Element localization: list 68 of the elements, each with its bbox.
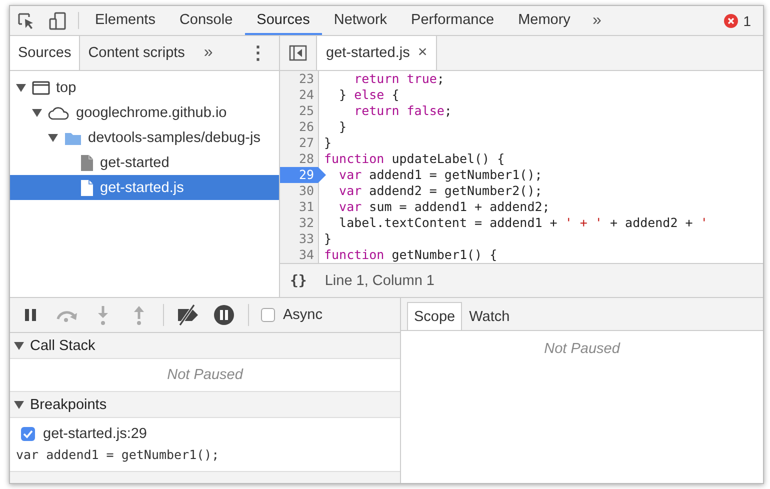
code-line: var addend2 = getNumber2();: [338, 183, 544, 199]
tree-item[interactable]: get-started: [10, 150, 279, 175]
section-title: Call Stack: [30, 338, 96, 354]
more-tabs-button[interactable]: »: [582, 6, 612, 35]
code-line: }: [324, 231, 333, 247]
panel-tab[interactable]: Elements: [83, 6, 168, 35]
checkbox[interactable]: [21, 427, 35, 441]
expand-arrow-icon[interactable]: [32, 108, 42, 118]
line-number: 23: [298, 71, 315, 87]
file-icon: [80, 178, 94, 196]
code-line: } else {: [338, 87, 400, 103]
line-number: 33: [298, 231, 315, 247]
window-icon: [32, 80, 50, 96]
code-line: }: [338, 119, 348, 135]
panel-tab[interactable]: Network: [322, 6, 400, 35]
line-number: 28: [298, 151, 315, 167]
expand-arrow-icon[interactable]: [16, 82, 26, 92]
tree-item[interactable]: get-started.js: [10, 175, 279, 200]
menu-button[interactable]: ⋮: [237, 36, 279, 70]
code-line: var addend1 = getNumber1();: [338, 167, 544, 183]
code-line: return false;: [353, 103, 453, 119]
code-line: label.textContent = addend1 + ' + ' + addend2 + ': [338, 215, 708, 231]
panel-tab[interactable]: Memory: [506, 6, 582, 35]
navigator-tab[interactable]: Content scripts: [80, 36, 194, 70]
line-number: 25: [298, 103, 315, 119]
more-tabs-button[interactable]: »: [194, 36, 223, 70]
code-line: }: [324, 135, 333, 151]
tree-item[interactable]: devtools-samples/debug-js: [10, 125, 279, 150]
inspect-icon[interactable]: [17, 12, 35, 30]
code-line: return true;: [353, 71, 446, 87]
line-number: 24: [298, 87, 315, 103]
error-count[interactable]: 1: [743, 12, 751, 28]
line-number: 30: [298, 183, 315, 199]
format-button[interactable]: {}: [290, 272, 307, 288]
file-icon: [80, 154, 94, 172]
close-button[interactable]: ×: [418, 44, 428, 62]
code-line: function getNumber1() {: [324, 247, 498, 263]
breakpoint-code: var addend1 = getNumber1();: [15, 446, 220, 464]
navigator-tab[interactable]: Sources: [10, 36, 80, 70]
breakpoint-off-icon[interactable]: [176, 303, 200, 327]
sidebar-tab[interactable]: Scope: [407, 302, 462, 330]
section-title: Breakpoints: [30, 396, 107, 412]
line-number: 31: [298, 199, 315, 215]
expand-arrow-icon[interactable]: [14, 400, 24, 410]
line-number: 26: [298, 119, 315, 135]
tree-item[interactable]: googlechrome.github.io: [10, 100, 279, 125]
expand-arrow-icon[interactable]: [48, 132, 58, 142]
cursor-position: Line 1, Column 1: [324, 272, 434, 288]
line-number: 27: [298, 135, 315, 151]
async-checkbox[interactable]: Async: [261, 307, 322, 323]
tree-item[interactable]: top: [10, 75, 279, 100]
device-icon[interactable]: [49, 12, 67, 30]
empty-message: Not Paused: [543, 340, 622, 359]
empty-message: Not Paused: [166, 366, 244, 385]
expand-arrow-icon[interactable]: [14, 340, 24, 350]
panel-tab[interactable]: Console: [167, 6, 245, 35]
pause-exceptions-icon[interactable]: [212, 303, 236, 327]
line-number: 32: [298, 215, 315, 231]
file-tab[interactable]: get-started.js ×: [316, 36, 438, 70]
sidebar-tab[interactable]: Watch: [462, 302, 517, 330]
code-line: var sum = addend1 + addend2;: [338, 199, 551, 215]
line-number: 34: [298, 247, 315, 263]
cloud-icon: [48, 104, 70, 120]
code-line: function updateLabel() {: [324, 151, 506, 167]
error-icon: [724, 14, 738, 28]
breakpoint-location[interactable]: get-started.js:29: [43, 426, 147, 442]
panel-tab[interactable]: Performance: [399, 6, 506, 35]
toggle-sidebar-icon[interactable]: [289, 45, 307, 61]
